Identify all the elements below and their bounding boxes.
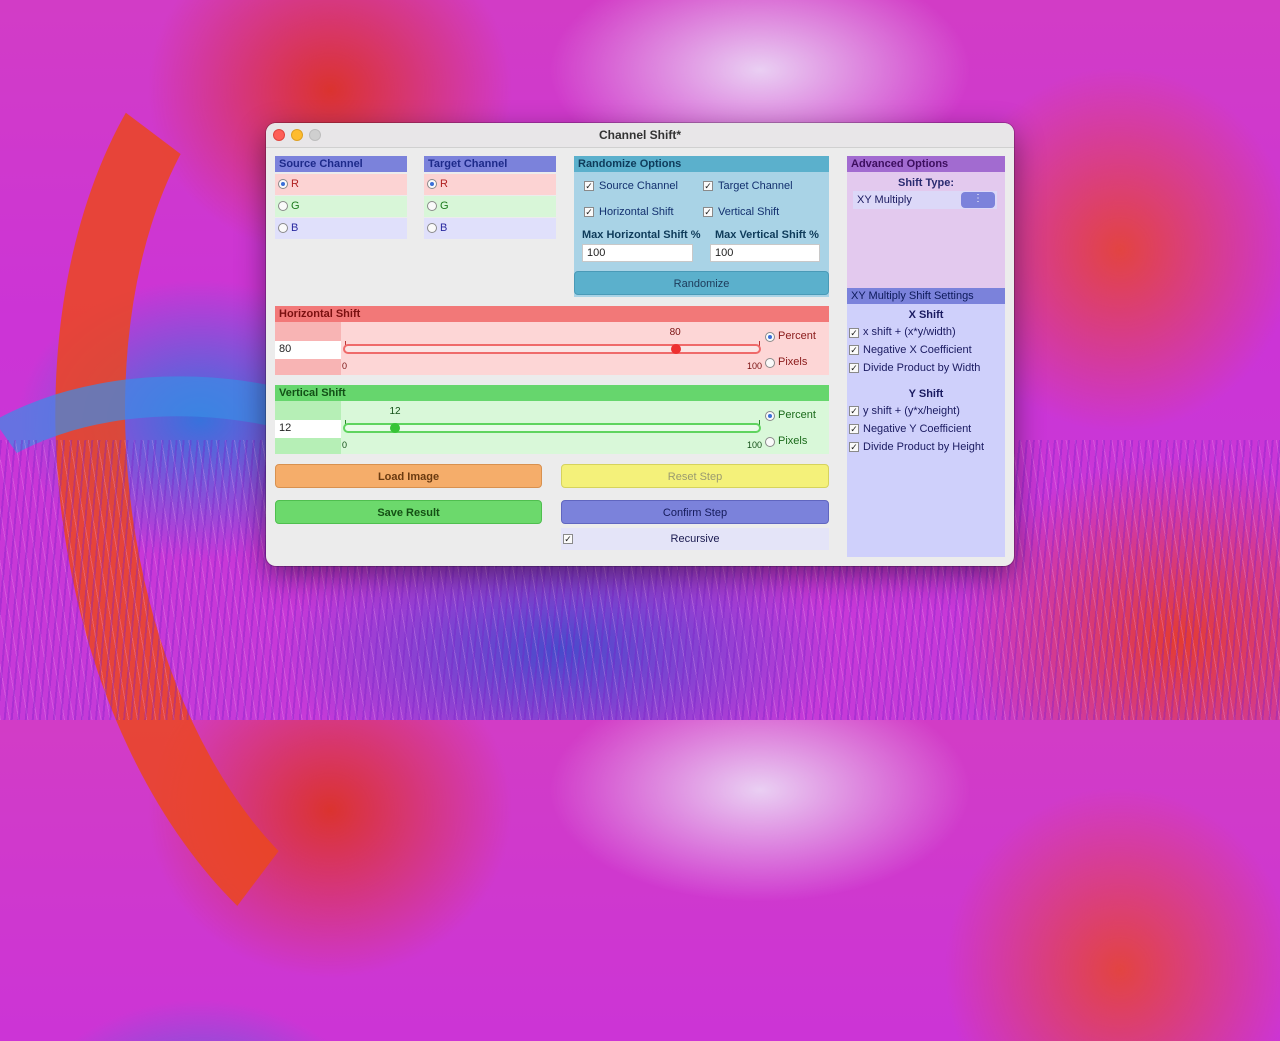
vertical-shift-slider[interactable]: 12 0 100 xyxy=(341,401,763,454)
target-r-label: R xyxy=(440,178,448,190)
shift-type-label: Shift Type: xyxy=(897,177,954,189)
source-channel-r-row[interactable]: R xyxy=(275,174,407,195)
source-r-label: R xyxy=(291,178,299,190)
reset-step-button[interactable]: Reset Step xyxy=(561,464,829,488)
negative-x-coefficient-checkbox[interactable]: ✓ xyxy=(849,345,859,355)
y-shift-formula-label: y shift + (y*x/height) xyxy=(863,405,960,417)
target-channel-r-row[interactable]: R xyxy=(424,174,556,195)
y-shift-formula-checkbox[interactable]: ✓ xyxy=(849,406,859,416)
target-b-radio[interactable] xyxy=(427,223,437,233)
x-shift-formula-label: x shift + (x*y/width) xyxy=(863,326,956,338)
recursive-label: Recursive xyxy=(670,533,720,545)
advanced-header: Advanced Options xyxy=(847,156,1005,172)
vertical-pixels-radio[interactable] xyxy=(765,437,775,447)
rand-horizontal-shift-checkbox[interactable]: ✓ xyxy=(584,207,594,217)
horizontal-slider-thumb[interactable] xyxy=(670,344,681,354)
horizontal-percent-label: Percent xyxy=(778,330,816,342)
horizontal-shift-slider[interactable]: 80 0 100 xyxy=(341,322,763,375)
horizontal-slider-min-label: 0 xyxy=(342,361,348,371)
vertical-slider-min-label: 0 xyxy=(342,440,348,450)
title-bar: Channel Shift* xyxy=(266,123,1014,148)
horizontal-pixels-label: Pixels xyxy=(778,356,808,368)
confirm-step-button[interactable]: Confirm Step xyxy=(561,500,829,524)
target-channel-b-row[interactable]: B xyxy=(424,218,556,239)
randomize-button[interactable]: Randomize xyxy=(574,271,829,295)
target-b-label: B xyxy=(440,222,448,234)
divide-product-width-checkbox[interactable]: ✓ xyxy=(849,363,859,373)
advanced-panel xyxy=(847,156,1005,288)
max-horizontal-shift-label: Max Horizontal Shift % xyxy=(582,229,701,241)
vertical-shift-input[interactable]: 12 xyxy=(275,420,341,438)
divide-product-width-label: Divide Product by Width xyxy=(863,362,981,374)
rand-vertical-shift-label: Vertical Shift xyxy=(718,206,780,218)
target-channel-header: Target Channel xyxy=(424,156,556,172)
max-horizontal-shift-input[interactable]: 100 xyxy=(582,244,693,262)
xy-settings-header: XY Multiply Shift Settings xyxy=(847,288,1005,304)
rand-vertical-shift-checkbox[interactable]: ✓ xyxy=(703,207,713,217)
vertical-slider-max-label: 100 xyxy=(747,440,763,450)
divide-product-height-label: Divide Product by Height xyxy=(863,441,985,453)
negative-y-coefficient-checkbox[interactable]: ✓ xyxy=(849,424,859,434)
source-r-radio[interactable] xyxy=(278,179,288,189)
source-channel-g-row[interactable]: G xyxy=(275,196,407,217)
channel-shift-window: Channel Shift* Source Channel R G B Targ… xyxy=(266,123,1014,566)
shift-type-select[interactable]: XY Multiply ⋮ xyxy=(853,191,997,209)
horizontal-slider-value-label: 80 xyxy=(669,327,681,338)
vertical-shift-header: Vertical Shift xyxy=(275,385,829,401)
vertical-slider-value-label: 12 xyxy=(389,406,401,417)
vertical-pixels-label: Pixels xyxy=(778,435,808,447)
source-b-radio[interactable] xyxy=(278,223,288,233)
y-shift-title: Y Shift xyxy=(908,388,944,400)
load-image-button[interactable]: Load Image xyxy=(275,464,542,488)
x-shift-title: X Shift xyxy=(908,309,944,321)
save-result-button[interactable]: Save Result xyxy=(275,500,542,524)
shift-type-value: XY Multiply xyxy=(857,194,912,206)
target-g-radio[interactable] xyxy=(427,201,437,211)
divide-product-height-checkbox[interactable]: ✓ xyxy=(849,442,859,452)
source-g-label: G xyxy=(291,200,300,212)
window-title: Channel Shift* xyxy=(598,128,681,142)
recursive-row[interactable]: ✓ Recursive xyxy=(561,528,829,550)
negative-y-coefficient-label: Negative Y Coefficient xyxy=(863,423,972,435)
target-g-label: G xyxy=(440,200,449,212)
negative-x-coefficient-label: Negative X Coefficient xyxy=(863,344,972,356)
target-r-radio[interactable] xyxy=(427,179,437,189)
source-g-radio[interactable] xyxy=(278,201,288,211)
source-channel-header: Source Channel xyxy=(275,156,407,172)
source-channel-b-row[interactable]: B xyxy=(275,218,407,239)
x-shift-formula-checkbox[interactable]: ✓ xyxy=(849,328,859,338)
max-vertical-shift-label: Max Vertical Shift % xyxy=(715,229,819,241)
horizontal-pixels-radio[interactable] xyxy=(765,358,775,368)
target-channel-g-row[interactable]: G xyxy=(424,196,556,217)
vertical-slider-track[interactable] xyxy=(343,423,761,433)
vertical-percent-radio[interactable] xyxy=(765,411,775,421)
vertical-percent-label: Percent xyxy=(778,409,816,421)
rand-source-channel-checkbox[interactable]: ✓ xyxy=(584,181,594,191)
dropdown-arrow-icon[interactable]: ⋮ xyxy=(961,192,995,208)
rand-target-channel-checkbox[interactable]: ✓ xyxy=(703,181,713,191)
source-b-label: B xyxy=(291,222,299,234)
horizontal-slider-track[interactable] xyxy=(343,344,761,354)
horizontal-slider-max-label: 100 xyxy=(747,361,763,371)
rand-source-channel-label: Source Channel xyxy=(599,180,678,192)
rand-horizontal-shift-label: Horizontal Shift xyxy=(599,206,674,218)
max-vertical-shift-input[interactable]: 100 xyxy=(710,244,820,262)
rand-target-channel-label: Target Channel xyxy=(718,180,793,192)
horizontal-shift-header: Horizontal Shift xyxy=(275,306,829,322)
horizontal-percent-radio[interactable] xyxy=(765,332,775,342)
randomize-header: Randomize Options xyxy=(574,156,829,172)
horizontal-shift-input[interactable]: 80 xyxy=(275,341,341,359)
